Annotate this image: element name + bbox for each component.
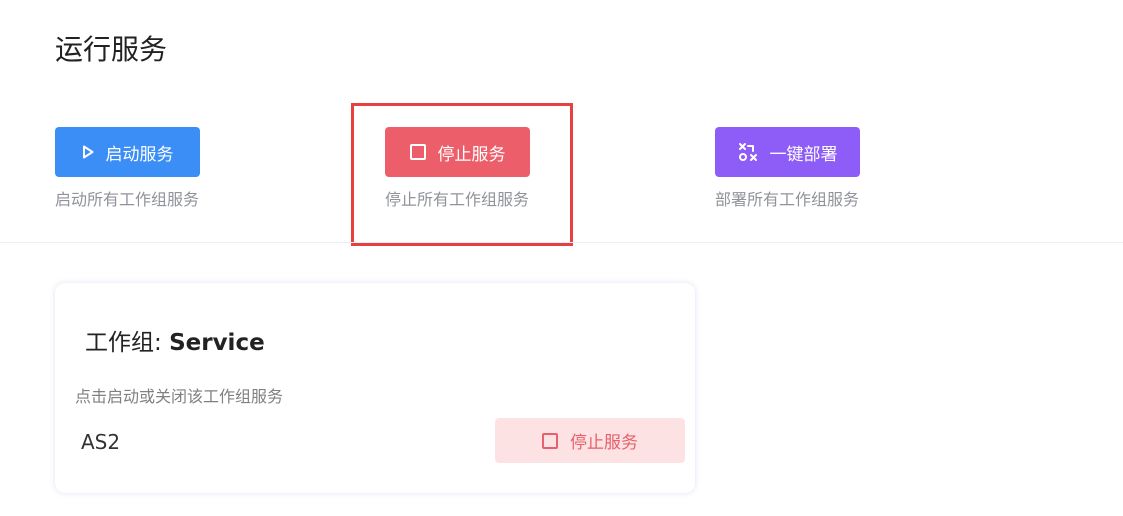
start-service-description: 启动所有工作组服务 <box>55 190 200 209</box>
workgroup-title: 工作组: Service <box>85 327 265 359</box>
workgroup-stop-button[interactable]: 停止服务 <box>495 418 685 463</box>
deploy-action: 一键部署 部署所有工作组服务 <box>715 127 955 211</box>
deploy-description: 部署所有工作组服务 <box>715 190 860 209</box>
start-service-button[interactable]: 启动服务 <box>55 127 200 177</box>
workgroup-title-prefix: 工作组: <box>85 330 170 356</box>
workgroup-card: 工作组: Service 点击启动或关闭该工作组服务 AS2 停止服务 <box>55 283 695 493</box>
section-divider <box>0 242 1123 243</box>
workgroup-stop-label: 停止服务 <box>570 433 638 453</box>
play-icon <box>82 145 94 159</box>
highlight-annotation-box <box>351 103 573 246</box>
stop-square-icon <box>542 432 558 449</box>
page-title: 运行服务 <box>55 33 168 66</box>
workgroup-service-name: AS2 <box>81 430 121 454</box>
deploy-button[interactable]: 一键部署 <box>715 127 860 177</box>
deploy-label: 一键部署 <box>769 144 838 165</box>
start-service-label: 启动服务 <box>105 144 174 165</box>
workgroup-description: 点击启动或关闭该工作组服务 <box>75 387 284 406</box>
deploy-icon <box>738 142 758 162</box>
workgroup-title-name: Service <box>169 330 265 356</box>
start-action: 启动服务 启动所有工作组服务 <box>55 127 295 211</box>
